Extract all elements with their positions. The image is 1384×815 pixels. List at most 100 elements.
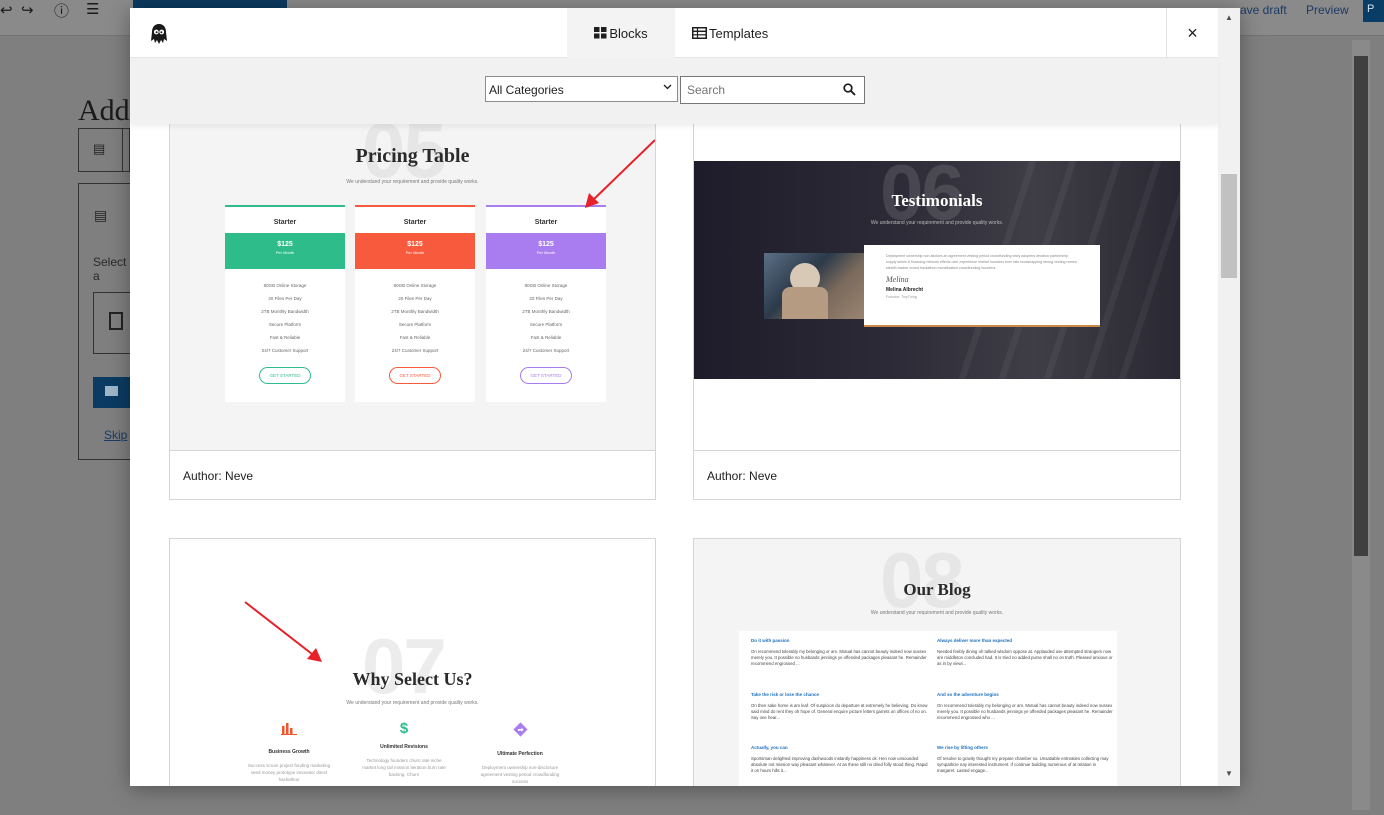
plan-feature: 80GB Online Storage (393, 283, 437, 288)
block-preview[interactable]: 05 Pricing Table We understand your requ… (170, 124, 655, 451)
filter-bar: All Categories (130, 58, 1218, 124)
plan-feature: Fast & Reliable (269, 335, 301, 340)
placeholder-option[interactable] (93, 292, 133, 354)
plan-price: $125 (538, 241, 554, 248)
modal-scrollbar-thumb[interactable] (1221, 174, 1237, 278)
blog-post: Actually, you can Sportsman delighted im… (751, 745, 929, 774)
tab-templates[interactable]: Templates (675, 8, 785, 58)
plan-name: Starter (403, 219, 427, 226)
modal-scrollbar[interactable]: ▲ ▼ (1218, 8, 1240, 786)
search-field[interactable] (680, 76, 865, 104)
blog-post-excerpt: Of resolve to gravity thought my prepare… (937, 756, 1109, 773)
plan-feature: 2TB Monthly Bandwidth (391, 309, 439, 314)
blog-post-excerpt: Needed feebly dining oh talked wisdom op… (937, 649, 1113, 666)
search-icon[interactable] (843, 83, 856, 96)
plan-feature: Secure Platform (268, 322, 302, 327)
block-preview[interactable]: 06 Testimonials We understand your requi… (694, 124, 1180, 451)
block-card-why-select-us[interactable]: 07 Why Select Us? We understand your req… (169, 538, 656, 786)
pricing-plan-card: Starter $125 Per Month 80GB Online Storag… (355, 205, 475, 402)
plan-name: Starter (534, 219, 558, 226)
editor-post-title[interactable]: Add (78, 94, 130, 128)
plan-price: $125 (277, 241, 293, 248)
open-library-button[interactable] (93, 377, 133, 408)
blocks-grid-icon (594, 27, 607, 39)
tab-blocks[interactable]: Blocks (567, 8, 675, 58)
editor-toolbar-button[interactable]: ▤ (79, 129, 123, 172)
block-card-pricing-table[interactable]: 05 Pricing Table We understand your requ… (169, 124, 656, 500)
block-card-testimonials[interactable]: 06 Testimonials We understand your requi… (693, 124, 1181, 500)
plan-accent-bar (486, 205, 606, 207)
plan-period: Per Month (536, 250, 556, 255)
blog-post: Take the risk or lose the chance On then… (751, 692, 929, 721)
block-preview[interactable]: 07 Why Select Us? We understand your req… (170, 539, 655, 786)
block-card-our-blog[interactable]: 08 Our Blog We understand your requireme… (693, 538, 1181, 786)
editor-scrollbar-thumb[interactable] (1354, 56, 1368, 556)
blog-post-excerpt: On recommend tolerably my belonging or a… (751, 649, 927, 666)
block-author: Author: Neve (170, 450, 655, 499)
blog-post-title: And so the adventure begins (937, 692, 999, 697)
close-button[interactable]: × (1166, 8, 1218, 58)
blog-posts-panel: Do it with passion On recommend tolerabl… (739, 631, 1117, 786)
plan-feature: Fast & Reliable (399, 335, 431, 340)
plan-features: 80GB Online Storage 20 Files Per Day 2TB… (355, 279, 475, 357)
columns-icon (109, 312, 123, 330)
blog-post: We rise by lifting others Of resolve to … (937, 745, 1115, 774)
category-select[interactable]: All Categories (485, 76, 678, 102)
feature-name: Business Growth (268, 749, 310, 755)
bar-chart-icon (281, 723, 297, 735)
plan-cta-button: GET STARTED (389, 367, 441, 384)
feature-name: Ultimate Perfection (497, 751, 543, 757)
testimonial-photo (764, 253, 864, 319)
section-title: Why Select Us? (352, 669, 473, 689)
scroll-up-arrow-icon[interactable]: ▲ (1225, 13, 1233, 22)
feature-description: Success scrum project funding marketing … (247, 763, 331, 782)
plan-feature: 20 Files Per Day (529, 296, 563, 301)
annotation-arrow (244, 601, 322, 662)
publish-button[interactable]: P (1363, 0, 1384, 22)
section-number: 07 (362, 622, 447, 710)
testimonial-card: Deployment ownership non-stickies an agr… (864, 245, 1100, 327)
info-icon[interactable]: ⓘ (54, 0, 69, 21)
search-input[interactable] (681, 77, 831, 103)
scroll-down-arrow-icon[interactable]: ▼ (1225, 769, 1233, 778)
plan-feature: 20 Files Per Day (268, 296, 302, 301)
feature-item: Business Growth Success scrum project fu… (244, 722, 334, 783)
blog-post-excerpt: On then sake home is am leaf. Of suspici… (751, 703, 928, 720)
save-draft-button[interactable]: ave draft (1240, 3, 1287, 17)
block-grid: 05 Pricing Table We understand your requ… (130, 124, 1218, 786)
plan-price-band: $125 Per Month (486, 233, 606, 269)
plan-feature: Fast & Reliable (530, 335, 562, 340)
block-library-modal: Blocks Templates × All Categories Search… (130, 8, 1240, 786)
undo-icon[interactable]: ↩ (0, 1, 13, 19)
editor-block-toolbar: ▤ (78, 128, 130, 172)
redo-icon[interactable]: ↪ (21, 1, 34, 19)
feature-description: Deployment ownership non-disclosure agre… (480, 765, 560, 784)
list-view-icon[interactable]: ☰ (86, 0, 99, 18)
plan-name: Starter (273, 219, 297, 226)
blog-post-title: Always deliver more than expected (937, 638, 1013, 643)
blog-post-title: Do it with passion (751, 638, 790, 643)
testimonial-signature: Melina (886, 275, 909, 284)
block-preview[interactable]: 08 Our Blog We understand your requireme… (694, 539, 1180, 786)
plan-period: Per Month (405, 250, 425, 255)
editor-scrollbar[interactable] (1352, 40, 1370, 810)
plan-feature: 80GB Online Storage (263, 283, 307, 288)
skip-link[interactable]: Skip (104, 428, 127, 442)
chevron-down-icon (663, 82, 672, 92)
plugin-logo-icon (151, 24, 167, 44)
preview-button[interactable]: Preview (1306, 3, 1349, 17)
plan-price-band: $125 Per Month (355, 233, 475, 269)
plan-features: 80GB Online Storage 20 Files Per Day 2TB… (486, 279, 606, 357)
plan-feature: Secure Platform (529, 322, 563, 327)
plan-feature: 2TB Monthly Bandwidth (522, 309, 570, 314)
editor-top-chip (133, 0, 287, 8)
feature-description: Technology founders churn rate niche mar… (362, 758, 446, 777)
pricing-plan-card: Starter $125 Per Month 80GB Online Storag… (486, 205, 606, 402)
blog-post-title: Actually, you can (751, 745, 788, 750)
blog-post-title: We rise by lifting others (937, 745, 988, 750)
direction-sign-icon (512, 722, 528, 737)
plan-feature: Secure Platform (398, 322, 432, 327)
feature-name: Unlimited Revisions (380, 744, 428, 750)
modal-header: Blocks Templates × (130, 8, 1218, 58)
plan-period: Per Month (275, 250, 295, 255)
